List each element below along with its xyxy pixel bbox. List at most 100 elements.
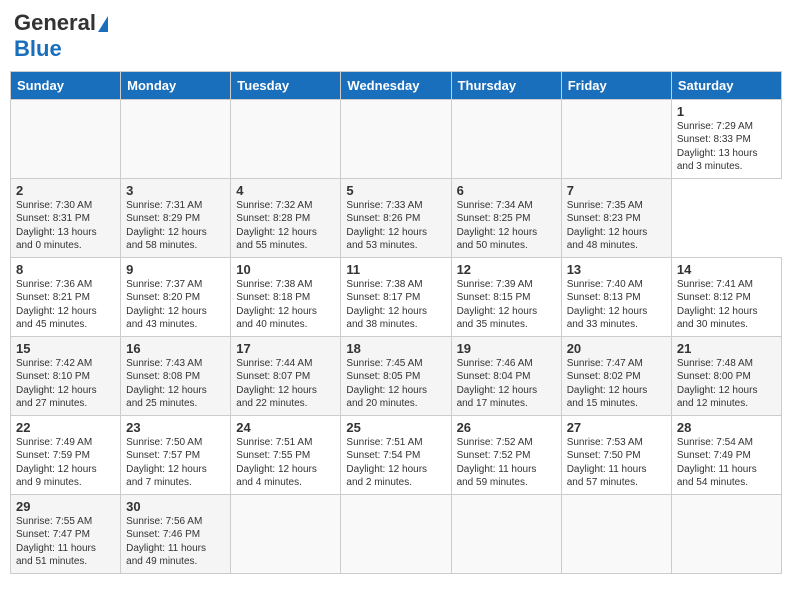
day-number: 4 [236,183,335,198]
day-info: Sunrise: 7:39 AMSunset: 8:15 PMDaylight:… [457,278,556,332]
day-cell-19: 19Sunrise: 7:46 AMSunset: 8:04 PMDayligh… [451,336,561,415]
calendar-week-2: 8Sunrise: 7:36 AMSunset: 8:21 PMDaylight… [11,257,782,336]
empty-cell [341,99,451,178]
day-info: Sunrise: 7:47 AMSunset: 8:02 PMDaylight:… [567,357,666,411]
day-cell-21: 21Sunrise: 7:48 AMSunset: 8:00 PMDayligh… [671,336,781,415]
calendar-week-3: 15Sunrise: 7:42 AMSunset: 8:10 PMDayligh… [11,336,782,415]
day-number: 15 [16,341,115,356]
day-info: Sunrise: 7:56 AMSunset: 7:46 PMDaylight:… [126,515,225,569]
empty-cell [231,494,341,573]
day-number: 2 [16,183,115,198]
day-number: 3 [126,183,225,198]
day-info: Sunrise: 7:43 AMSunset: 8:08 PMDaylight:… [126,357,225,411]
day-cell-14: 14Sunrise: 7:41 AMSunset: 8:12 PMDayligh… [671,257,781,336]
day-info: Sunrise: 7:48 AMSunset: 8:00 PMDaylight:… [677,357,776,411]
day-header-thursday: Thursday [451,71,561,99]
day-info: Sunrise: 7:32 AMSunset: 8:28 PMDaylight:… [236,199,335,253]
day-cell-12: 12Sunrise: 7:39 AMSunset: 8:15 PMDayligh… [451,257,561,336]
day-info: Sunrise: 7:52 AMSunset: 7:52 PMDaylight:… [457,436,556,490]
calendar-table: SundayMondayTuesdayWednesdayThursdayFrid… [10,71,782,574]
empty-cell [671,494,781,573]
empty-cell [561,99,671,178]
day-info: Sunrise: 7:30 AMSunset: 8:31 PMDaylight:… [16,199,115,253]
empty-cell [11,99,121,178]
day-number: 24 [236,420,335,435]
day-cell-1: 1Sunrise: 7:29 AMSunset: 8:33 PMDaylight… [671,99,781,178]
day-number: 23 [126,420,225,435]
day-info: Sunrise: 7:49 AMSunset: 7:59 PMDaylight:… [16,436,115,490]
calendar-week-5: 29Sunrise: 7:55 AMSunset: 7:47 PMDayligh… [11,494,782,573]
day-info: Sunrise: 7:38 AMSunset: 8:17 PMDaylight:… [346,278,445,332]
day-number: 12 [457,262,556,277]
day-cell-18: 18Sunrise: 7:45 AMSunset: 8:05 PMDayligh… [341,336,451,415]
day-number: 5 [346,183,445,198]
day-info: Sunrise: 7:34 AMSunset: 8:25 PMDaylight:… [457,199,556,253]
day-cell-15: 15Sunrise: 7:42 AMSunset: 8:10 PMDayligh… [11,336,121,415]
day-info: Sunrise: 7:45 AMSunset: 8:05 PMDaylight:… [346,357,445,411]
day-info: Sunrise: 7:55 AMSunset: 7:47 PMDaylight:… [16,515,115,569]
calendar-week-0: 1Sunrise: 7:29 AMSunset: 8:33 PMDaylight… [11,99,782,178]
day-cell-6: 6Sunrise: 7:34 AMSunset: 8:25 PMDaylight… [451,178,561,257]
day-number: 11 [346,262,445,277]
calendar-body: 1Sunrise: 7:29 AMSunset: 8:33 PMDaylight… [11,99,782,573]
day-info: Sunrise: 7:53 AMSunset: 7:50 PMDaylight:… [567,436,666,490]
day-cell-7: 7Sunrise: 7:35 AMSunset: 8:23 PMDaylight… [561,178,671,257]
day-cell-2: 2Sunrise: 7:30 AMSunset: 8:31 PMDaylight… [11,178,121,257]
day-info: Sunrise: 7:51 AMSunset: 7:54 PMDaylight:… [346,436,445,490]
day-cell-10: 10Sunrise: 7:38 AMSunset: 8:18 PMDayligh… [231,257,341,336]
day-number: 27 [567,420,666,435]
day-info: Sunrise: 7:31 AMSunset: 8:29 PMDaylight:… [126,199,225,253]
day-info: Sunrise: 7:33 AMSunset: 8:26 PMDaylight:… [346,199,445,253]
day-number: 19 [457,341,556,356]
day-cell-24: 24Sunrise: 7:51 AMSunset: 7:55 PMDayligh… [231,415,341,494]
day-cell-4: 4Sunrise: 7:32 AMSunset: 8:28 PMDaylight… [231,178,341,257]
calendar-week-4: 22Sunrise: 7:49 AMSunset: 7:59 PMDayligh… [11,415,782,494]
day-cell-25: 25Sunrise: 7:51 AMSunset: 7:54 PMDayligh… [341,415,451,494]
empty-cell [341,494,451,573]
day-cell-5: 5Sunrise: 7:33 AMSunset: 8:26 PMDaylight… [341,178,451,257]
day-cell-17: 17Sunrise: 7:44 AMSunset: 8:07 PMDayligh… [231,336,341,415]
day-cell-22: 22Sunrise: 7:49 AMSunset: 7:59 PMDayligh… [11,415,121,494]
day-header-saturday: Saturday [671,71,781,99]
day-cell-26: 26Sunrise: 7:52 AMSunset: 7:52 PMDayligh… [451,415,561,494]
day-number: 28 [677,420,776,435]
day-header-wednesday: Wednesday [341,71,451,99]
day-info: Sunrise: 7:37 AMSunset: 8:20 PMDaylight:… [126,278,225,332]
day-number: 13 [567,262,666,277]
calendar-week-1: 2Sunrise: 7:30 AMSunset: 8:31 PMDaylight… [11,178,782,257]
day-number: 30 [126,499,225,514]
day-cell-13: 13Sunrise: 7:40 AMSunset: 8:13 PMDayligh… [561,257,671,336]
empty-cell [121,99,231,178]
logo-text: General Blue [14,10,108,63]
day-info: Sunrise: 7:41 AMSunset: 8:12 PMDaylight:… [677,278,776,332]
day-number: 8 [16,262,115,277]
day-info: Sunrise: 7:40 AMSunset: 8:13 PMDaylight:… [567,278,666,332]
day-number: 7 [567,183,666,198]
empty-cell [451,494,561,573]
calendar-header-row: SundayMondayTuesdayWednesdayThursdayFrid… [11,71,782,99]
day-info: Sunrise: 7:54 AMSunset: 7:49 PMDaylight:… [677,436,776,490]
day-number: 25 [346,420,445,435]
day-header-tuesday: Tuesday [231,71,341,99]
day-info: Sunrise: 7:38 AMSunset: 8:18 PMDaylight:… [236,278,335,332]
day-cell-11: 11Sunrise: 7:38 AMSunset: 8:17 PMDayligh… [341,257,451,336]
day-cell-29: 29Sunrise: 7:55 AMSunset: 7:47 PMDayligh… [11,494,121,573]
day-cell-27: 27Sunrise: 7:53 AMSunset: 7:50 PMDayligh… [561,415,671,494]
day-number: 22 [16,420,115,435]
empty-cell [451,99,561,178]
day-number: 29 [16,499,115,514]
day-header-friday: Friday [561,71,671,99]
day-info: Sunrise: 7:50 AMSunset: 7:57 PMDaylight:… [126,436,225,490]
day-number: 10 [236,262,335,277]
day-cell-28: 28Sunrise: 7:54 AMSunset: 7:49 PMDayligh… [671,415,781,494]
day-info: Sunrise: 7:44 AMSunset: 8:07 PMDaylight:… [236,357,335,411]
day-number: 1 [677,104,776,119]
page-header: General Blue [10,10,782,63]
day-number: 17 [236,341,335,356]
day-cell-8: 8Sunrise: 7:36 AMSunset: 8:21 PMDaylight… [11,257,121,336]
empty-cell [561,494,671,573]
day-number: 18 [346,341,445,356]
day-info: Sunrise: 7:29 AMSunset: 8:33 PMDaylight:… [677,120,776,174]
day-number: 6 [457,183,556,198]
day-header-sunday: Sunday [11,71,121,99]
